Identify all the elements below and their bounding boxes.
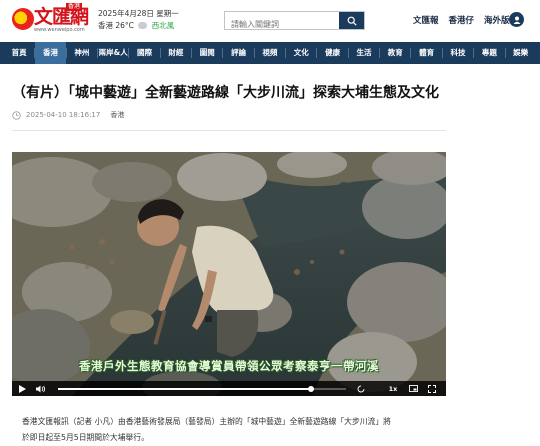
nav-item[interactable]: 神州 — [67, 42, 97, 64]
search-icon — [347, 16, 357, 26]
volume-button[interactable] — [34, 381, 48, 396]
wind-label: 西北風 — [151, 21, 175, 30]
speed-button[interactable]: 1x — [386, 381, 400, 396]
article-body: 香港文匯報訊（記者 小凡）由香港藝術發展局（藝發局）主辦的「城中藝遊」全新藝遊路… — [22, 414, 452, 446]
temperature: 26°C — [115, 21, 134, 30]
cloud-icon — [138, 22, 148, 29]
search-input[interactable] — [225, 16, 341, 33]
link-wenweipo[interactable]: 文匯報 — [413, 16, 439, 26]
body-paragraph-line: 於即日起至5月5日期間於大埔舉行。 — [22, 433, 149, 442]
article-meta: 2025-04-10 18:16:17 香港 — [12, 110, 124, 120]
video-player[interactable]: 香港戶外生態教育協會導賞員帶領公眾考察泰亨一帶河溪 1x — [12, 152, 446, 396]
nav-item[interactable]: 國際 — [129, 42, 159, 64]
user-icon — [513, 16, 520, 24]
title-divider — [12, 130, 446, 131]
user-account-button[interactable] — [509, 12, 524, 27]
video-controls: 1x — [12, 381, 446, 396]
article-title: （有片）「城中藝遊」全新藝遊路線「大步川流」探索大埔生態及文化 — [12, 85, 439, 101]
nav-item[interactable]: 專題 — [474, 42, 504, 64]
progress-fill — [58, 388, 312, 390]
nav-item[interactable]: 科技 — [443, 42, 473, 64]
top-links: 文匯報 香港仔 海外版 — [413, 14, 516, 26]
link-overseas[interactable]: 海外版 — [484, 16, 510, 26]
body-paragraph-line: 香港文匯報訊（記者 小凡）由香港藝術發展局（藝發局）主辦的「城中藝遊」全新藝遊路… — [22, 417, 391, 426]
current-date: 2025年4月28日 星期一 — [98, 9, 179, 18]
article-location: 香港 — [110, 111, 125, 119]
nav-item[interactable]: 圖閱 — [192, 42, 222, 64]
nav-item[interactable]: 財經 — [161, 42, 191, 64]
nav-item[interactable]: 視頻 — [255, 42, 285, 64]
site-logo[interactable]: 文匯網 香港 www.wenweipo.com — [12, 3, 92, 34]
nav-item[interactable]: 香港 — [35, 42, 66, 64]
publish-time: 2025-04-10 18:16:17 — [26, 111, 101, 119]
nav-item[interactable]: 兩岸&人 — [98, 42, 128, 64]
play-button[interactable] — [16, 381, 28, 396]
weather-location: 香港 — [98, 21, 113, 30]
volume-icon — [36, 385, 46, 392]
search-box — [224, 11, 365, 33]
search-button[interactable] — [339, 12, 364, 29]
refresh-icon — [357, 385, 365, 392]
time-remaining-icon — [354, 381, 368, 396]
clock-icon — [12, 110, 21, 120]
pip-button[interactable] — [407, 381, 419, 396]
nav-item[interactable]: 體育 — [411, 42, 441, 64]
nav-item[interactable]: 評論 — [223, 42, 253, 64]
link-hongkongzai[interactable]: 香港仔 — [448, 16, 474, 26]
fullscreen-button[interactable] — [426, 381, 438, 396]
nav-item[interactable]: 生活 — [349, 42, 379, 64]
play-icon — [18, 384, 26, 393]
logo-flame-icon — [12, 8, 34, 30]
main-nav: 首頁 香港 神州 兩岸&人 國際 財經 圖閱 評論 視頻 文化 健康 生活 教育 體育 科技 專題 娛樂 — [0, 42, 540, 64]
nav-item[interactable]: 首頁 — [4, 42, 34, 64]
progress-handle[interactable] — [308, 386, 315, 392]
nav-item[interactable]: 健康 — [317, 42, 347, 64]
nav-item[interactable]: 娛樂 — [506, 42, 536, 64]
video-subtitle: 香港戶外生態教育協會導賞員帶領公眾考察泰亨一帶河溪 — [79, 359, 379, 373]
fullscreen-icon — [428, 384, 436, 393]
pip-icon — [408, 385, 418, 392]
nav-item[interactable]: 文化 — [286, 42, 316, 64]
nav-item[interactable]: 教育 — [380, 42, 410, 64]
logo-url: www.wenweipo.com — [34, 27, 85, 33]
video-progress-bar[interactable] — [58, 386, 346, 392]
top-header: 文匯網 香港 www.wenweipo.com 2025年4月28日 星期一 香… — [0, 0, 540, 40]
date-weather: 2025年4月28日 星期一 香港 26°C 西北風 — [98, 8, 179, 32]
logo-badge: 香港 — [66, 3, 83, 11]
